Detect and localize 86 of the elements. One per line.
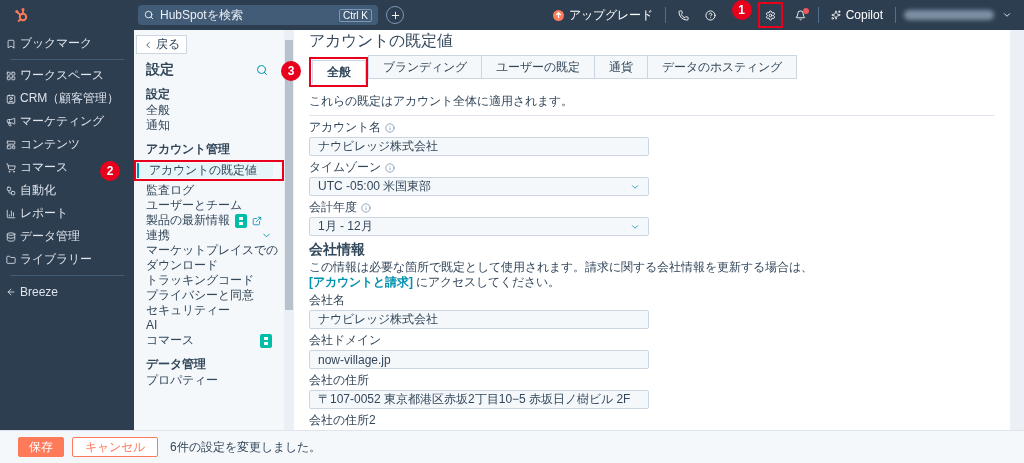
workflow-icon — [6, 185, 16, 196]
settings-nav-item[interactable]: プロパティー — [134, 373, 284, 388]
settings-nav-item[interactable]: コマース — [134, 333, 284, 348]
section-description: この情報は必要な箇所で既定として使用されます。請求に関する会社情報を更新する場合は、 [アカウントと請求] にアクセスしてください。 — [309, 260, 814, 290]
sparkle-icon — [830, 10, 841, 20]
copilot-button[interactable]: Copilot — [826, 6, 887, 24]
square-badge-icon — [235, 213, 247, 228]
settings-nav-item[interactable]: トラッキングコード — [134, 273, 284, 288]
upgrade-button[interactable]: アップグレード — [548, 4, 657, 26]
logo-icon[interactable] — [14, 7, 30, 23]
nav-item[interactable]: CRM（顧客管理） — [0, 87, 134, 110]
contact-card-icon — [6, 93, 16, 104]
section-heading: 設定 — [145, 86, 171, 102]
select-field[interactable]: 1月 - 12月 — [309, 217, 649, 236]
sidebar-title: 設定 — [146, 61, 174, 79]
chevron-left-icon — [143, 39, 153, 50]
nav-item[interactable]: ライブラリー — [0, 248, 134, 271]
settings-nav-item[interactable]: 通知 — [134, 118, 284, 133]
tab[interactable]: 全般 — [312, 60, 366, 84]
settings-nav-item[interactable]: 製品の最新情報 — [134, 213, 284, 228]
nav-item[interactable]: マーケティング — [0, 110, 134, 133]
database-icon — [6, 231, 16, 242]
section-heading: データ管理 — [145, 356, 207, 372]
bookmark-icon — [6, 38, 16, 49]
external-link-icon — [252, 215, 262, 226]
text-field[interactable]: ナウビレッジ株式会社 — [309, 310, 649, 329]
field-label: 会計年度 — [309, 200, 649, 215]
search-field[interactable]: HubSpotを検索 Ctrl K — [138, 5, 378, 25]
settings-nav-item[interactable]: 監査ログ — [134, 183, 284, 198]
settings-nav-item[interactable]: マーケットプレイスでのダウンロード — [134, 243, 284, 273]
nav-item[interactable]: ワークスペース — [0, 64, 134, 87]
status-message: 6件の設定を変更しました。 — [170, 438, 321, 456]
callout-number: 3 — [281, 61, 301, 81]
text-field[interactable]: ナウビレッジ株式会社 — [309, 137, 649, 156]
search-icon — [144, 10, 154, 20]
field-label: タイムゾーン — [309, 160, 649, 175]
phone-icon — [677, 9, 689, 21]
field-label: 会社の住所2 — [309, 413, 376, 428]
settings-icon — [764, 9, 776, 21]
nav-item[interactable]: データ管理 — [0, 225, 134, 248]
tab[interactable]: ユーザーの既定 — [481, 55, 595, 79]
bell-icon — [794, 9, 806, 21]
field-label: アカウント名 — [309, 120, 649, 135]
plus-icon — [389, 9, 401, 21]
settings-nav-item[interactable]: プライバシーと同意 — [134, 288, 284, 303]
caret-icon[interactable] — [1002, 10, 1012, 20]
back-button[interactable]: 戻る — [136, 35, 187, 54]
cart-icon — [6, 162, 16, 173]
bar-chart-icon — [6, 208, 16, 219]
folder-icon — [6, 254, 16, 265]
tab[interactable]: ブランディング — [368, 55, 482, 79]
field-label: 会社名 — [309, 293, 346, 308]
search-icon[interactable] — [256, 64, 268, 76]
tab-description: これらの既定はアカウント全体に適用されます。 — [309, 89, 994, 116]
section-heading: 会社情報 — [309, 241, 365, 259]
field-label: 会社の住所 — [309, 373, 370, 388]
page-title: アカウントの既定値 — [309, 31, 453, 51]
callout-number: 1 — [731, 0, 752, 20]
nav-item[interactable]: ブックマーク — [0, 32, 134, 55]
select-field[interactable]: UTC -05:00 米国東部 — [309, 177, 649, 196]
layout-icon — [6, 139, 16, 150]
settings-nav-item[interactable]: セキュリティー — [134, 303, 284, 318]
square-badge-icon — [260, 333, 272, 348]
nav-item[interactable]: レポート — [0, 202, 134, 225]
billing-link[interactable]: [アカウントと請求] — [309, 275, 413, 289]
nav-item[interactable]: Breeze — [0, 280, 134, 303]
settings-nav-item[interactable]: 全般 — [134, 103, 284, 118]
keyboard-shortcut: Ctrl K — [339, 8, 372, 22]
tab[interactable]: 通貨 — [594, 55, 648, 79]
scrollbar[interactable] — [284, 30, 294, 430]
tab[interactable]: データのホスティング — [647, 55, 797, 79]
arrow-up-circle-icon — [552, 9, 564, 21]
arrow-left-icon — [6, 286, 16, 297]
nav-item[interactable]: 自動化 — [0, 179, 134, 202]
section-heading: アカウント管理 — [145, 141, 231, 157]
settings-nav-item[interactable]: アカウントの既定値 — [137, 163, 273, 178]
field-label: 会社ドメイン — [309, 333, 382, 348]
megaphone-icon — [6, 116, 16, 127]
nav-item[interactable]: コンテンツ — [0, 133, 134, 156]
settings-nav-item[interactable]: ユーザーとチーム — [134, 198, 284, 213]
text-field[interactable]: 〒107-0052 東京都港区赤坂2丁目10−5 赤坂日ノ樹ビル 2F — [309, 390, 649, 409]
help-icon — [704, 9, 716, 21]
text-field[interactable]: now-village.jp — [309, 350, 649, 369]
grid-icon — [6, 70, 16, 81]
settings-nav-item[interactable]: 連携 — [134, 228, 284, 243]
settings-nav-item[interactable]: AI — [134, 318, 284, 333]
